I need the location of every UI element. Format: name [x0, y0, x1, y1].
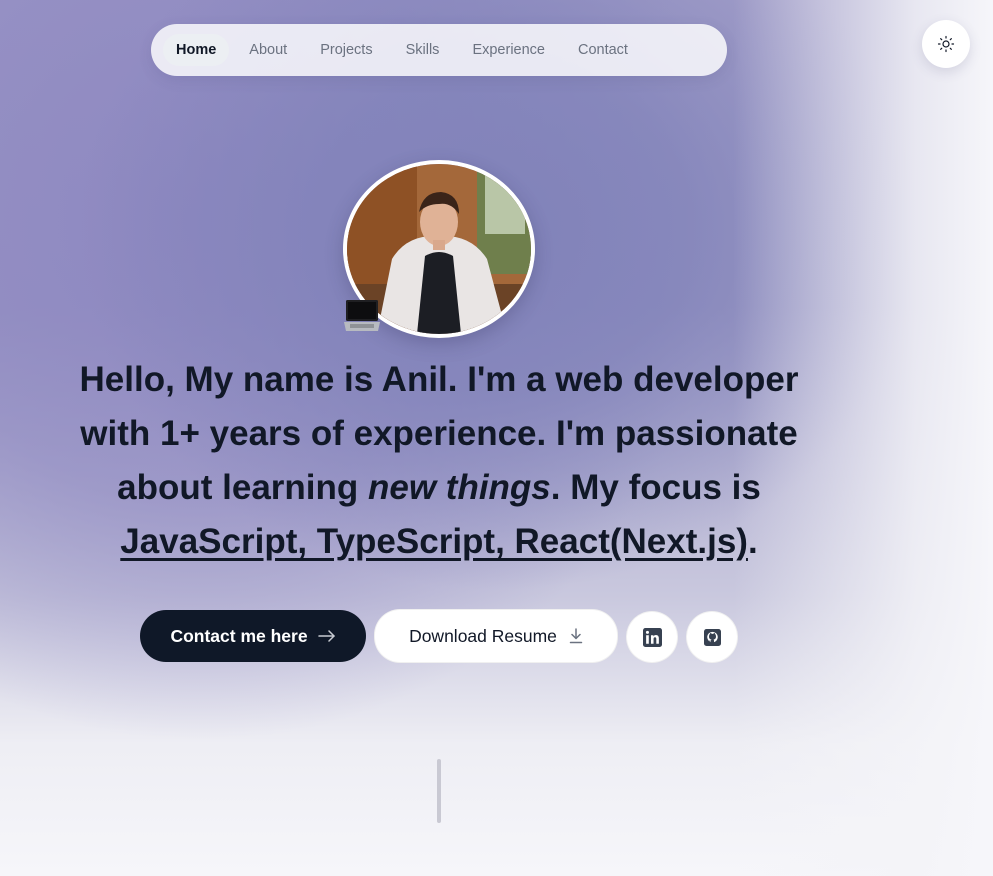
nav-item-contact[interactable]: Contact: [565, 34, 641, 66]
contact-button-label: Contact me here: [170, 625, 308, 646]
intro-part: I'm a: [457, 360, 556, 399]
download-resume-label: Download Resume: [409, 625, 557, 646]
nav-item-skills[interactable]: Skills: [393, 34, 453, 66]
intro-part: with: [80, 414, 161, 453]
sun-icon: [937, 35, 955, 53]
intro-text: Hello, My name is Anil. I'm a web develo…: [40, 353, 838, 569]
intro-part: Hello, My name is: [79, 360, 382, 399]
nav-item-projects[interactable]: Projects: [307, 34, 385, 66]
theme-toggle-button[interactable]: [922, 20, 970, 68]
nav-item-home[interactable]: Home: [163, 34, 230, 66]
main-nav: Home About Projects Skills Experience Co…: [151, 24, 727, 76]
nav-item-about[interactable]: About: [236, 34, 300, 66]
intro-years: 1+ years: [160, 414, 302, 453]
laptop-emoji-icon: [344, 300, 380, 331]
action-buttons: Contact me here Download Resume: [0, 609, 993, 663]
download-icon: [569, 628, 583, 644]
github-button[interactable]: [686, 611, 738, 663]
section-divider: [437, 759, 441, 823]
intro-name: Anil.: [381, 360, 458, 399]
download-resume-button[interactable]: Download Resume: [374, 609, 618, 663]
contact-button[interactable]: Contact me here: [140, 610, 366, 662]
nav-item-experience[interactable]: Experience: [459, 34, 558, 66]
intro-part: .: [747, 522, 758, 561]
linkedin-button[interactable]: [626, 611, 678, 663]
intro-tech-stack: JavaScript, TypeScript, React(Next.js): [120, 522, 748, 561]
intro-role: web developer: [555, 360, 799, 399]
intro-part: . My focus is: [550, 468, 761, 507]
linkedin-icon: [642, 627, 662, 647]
intro-new-things: new things: [368, 468, 551, 507]
arrow-right-icon: [317, 630, 335, 642]
github-icon: [703, 628, 721, 646]
